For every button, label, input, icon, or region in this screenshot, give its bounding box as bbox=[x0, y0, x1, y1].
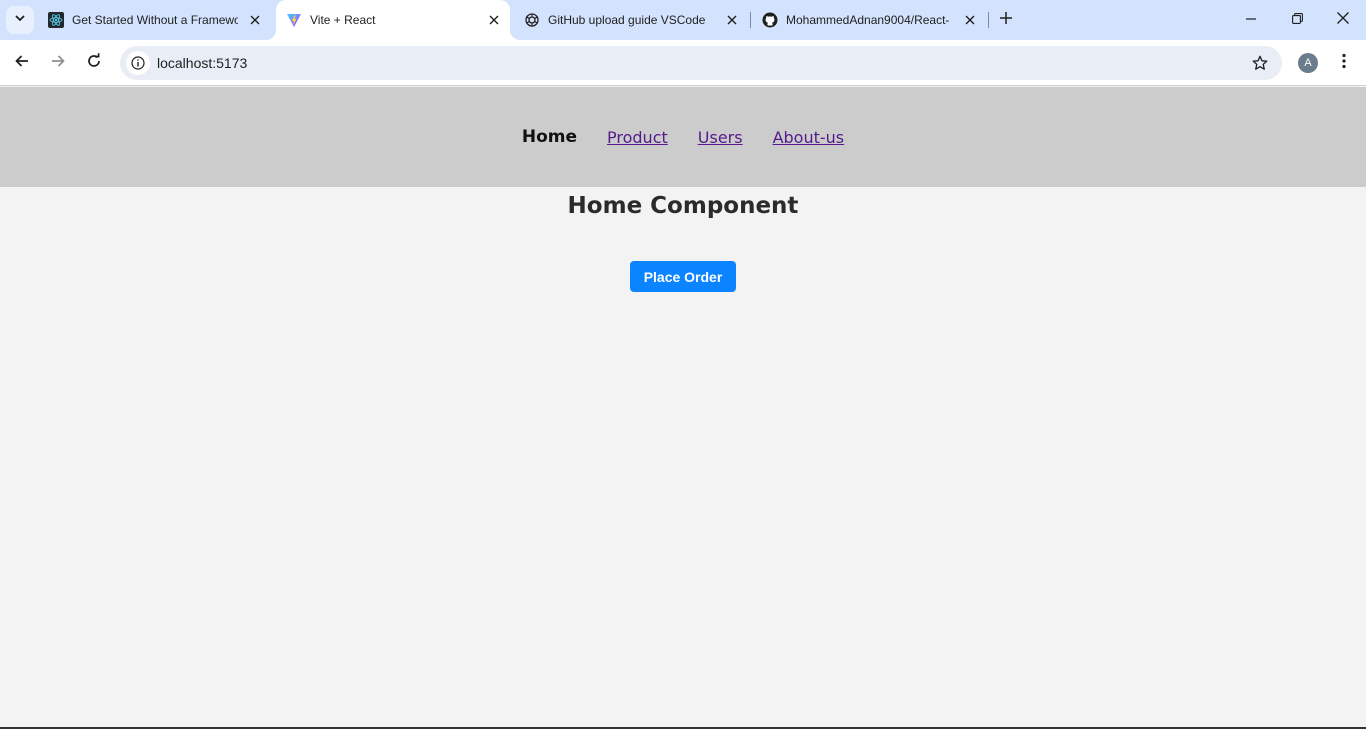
close-icon[interactable] bbox=[723, 11, 741, 29]
tab-github-repo[interactable]: MohammedAdnan9004/React- bbox=[752, 0, 986, 40]
tab-title: Vite + React bbox=[310, 13, 376, 27]
profile-avatar[interactable]: A bbox=[1298, 53, 1318, 73]
url-text[interactable]: localhost:5173 bbox=[157, 55, 247, 71]
page-content: Home Product Users About-us Home Compone… bbox=[0, 87, 1366, 729]
browser-toolbar: localhost:5173 A bbox=[0, 40, 1366, 86]
react-icon bbox=[48, 12, 64, 28]
tab-chatgpt[interactable]: GitHub upload guide VSCode bbox=[514, 0, 748, 40]
restore-icon bbox=[1291, 11, 1303, 29]
minimize-button[interactable] bbox=[1228, 0, 1274, 40]
bookmark-star-icon[interactable] bbox=[1250, 53, 1270, 73]
back-button[interactable] bbox=[6, 47, 38, 79]
page-title: Home Component bbox=[567, 193, 799, 219]
more-vert-icon bbox=[1342, 53, 1346, 74]
arrow-left-icon bbox=[14, 53, 30, 74]
site-info-icon[interactable] bbox=[126, 51, 150, 75]
reload-button[interactable] bbox=[78, 47, 110, 79]
address-bar[interactable]: localhost:5173 bbox=[120, 46, 1282, 80]
nav-link-about-us[interactable]: About-us bbox=[773, 128, 845, 147]
tab-title: MohammedAdnan9004/React- bbox=[786, 13, 950, 27]
minimize-icon bbox=[1246, 11, 1256, 29]
reload-icon bbox=[86, 52, 102, 74]
new-tab-button[interactable] bbox=[994, 8, 1018, 32]
tab-separator bbox=[750, 12, 751, 28]
tab-strip: Get Started Without a Framewo Vite + Rea… bbox=[0, 0, 1366, 40]
github-icon bbox=[762, 12, 778, 28]
chevron-down-icon bbox=[14, 11, 26, 29]
close-icon[interactable] bbox=[961, 11, 979, 29]
vite-icon bbox=[286, 12, 302, 28]
plus-icon bbox=[1000, 11, 1012, 29]
close-icon[interactable] bbox=[246, 11, 264, 29]
navbar: Home Product Users About-us bbox=[0, 87, 1366, 187]
nav-link-product[interactable]: Product bbox=[607, 128, 668, 147]
nav-link-users[interactable]: Users bbox=[698, 128, 743, 147]
chatgpt-icon bbox=[524, 12, 540, 28]
tab-vite-react[interactable]: Vite + React bbox=[276, 0, 510, 40]
tab-search-button[interactable] bbox=[6, 6, 34, 34]
tab-separator bbox=[988, 12, 989, 28]
place-order-button[interactable]: Place Order bbox=[630, 261, 736, 292]
close-icon bbox=[1337, 11, 1349, 29]
close-window-button[interactable] bbox=[1320, 0, 1366, 40]
browser-menu-button[interactable] bbox=[1328, 47, 1360, 79]
arrow-right-icon bbox=[50, 53, 66, 74]
tab-title: Get Started Without a Framewo bbox=[72, 13, 238, 27]
close-icon[interactable] bbox=[485, 11, 503, 29]
tab-react-docs[interactable]: Get Started Without a Framewo bbox=[38, 0, 272, 40]
tab-title: GitHub upload guide VSCode bbox=[548, 13, 706, 27]
forward-button[interactable] bbox=[42, 47, 74, 79]
nav-link-home[interactable]: Home bbox=[522, 127, 577, 147]
restore-button[interactable] bbox=[1274, 0, 1320, 40]
